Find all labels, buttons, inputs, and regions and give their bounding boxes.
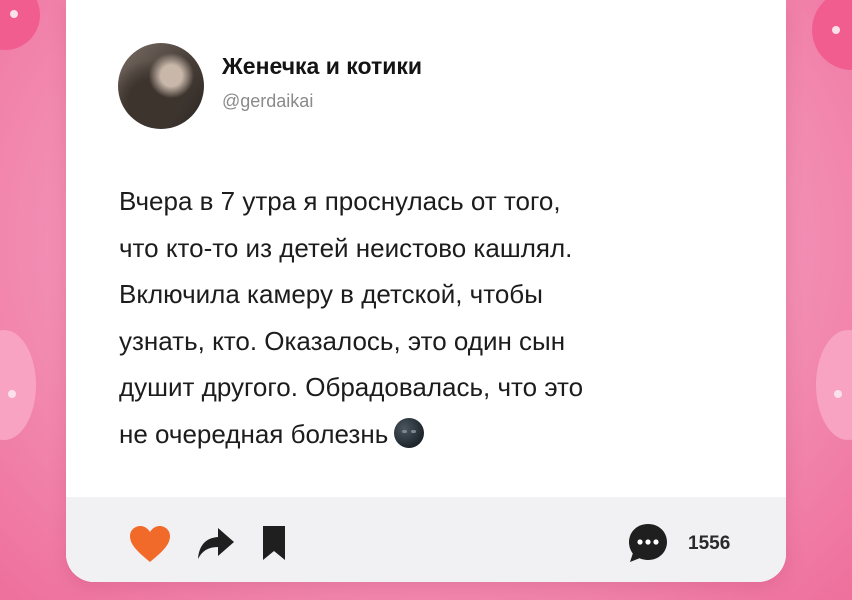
post-text: Вчера в 7 утра я проснулась от того, что… <box>119 186 584 449</box>
bookmark-icon <box>263 526 285 560</box>
post-body: Вчера в 7 утра я проснулась от того, что… <box>119 178 739 457</box>
bookmark-button[interactable] <box>261 524 287 562</box>
new-moon-face-icon <box>394 417 425 448</box>
comment-button[interactable] <box>626 521 670 565</box>
post-card: Женечка и котики @gerdaikai Вчера в 7 ут… <box>66 0 786 582</box>
avatar[interactable] <box>118 43 204 129</box>
comment-bubble-icon <box>629 524 667 562</box>
action-bar: 1556 <box>66 497 786 582</box>
like-button[interactable] <box>128 524 172 564</box>
author-handle[interactable]: @gerdaikai <box>222 91 313 112</box>
heart-icon <box>130 526 170 562</box>
share-arrow-icon <box>198 528 234 559</box>
comment-count: 1556 <box>688 533 731 554</box>
author-name[interactable]: Женечка и котики <box>222 53 422 80</box>
share-button[interactable] <box>196 526 236 562</box>
